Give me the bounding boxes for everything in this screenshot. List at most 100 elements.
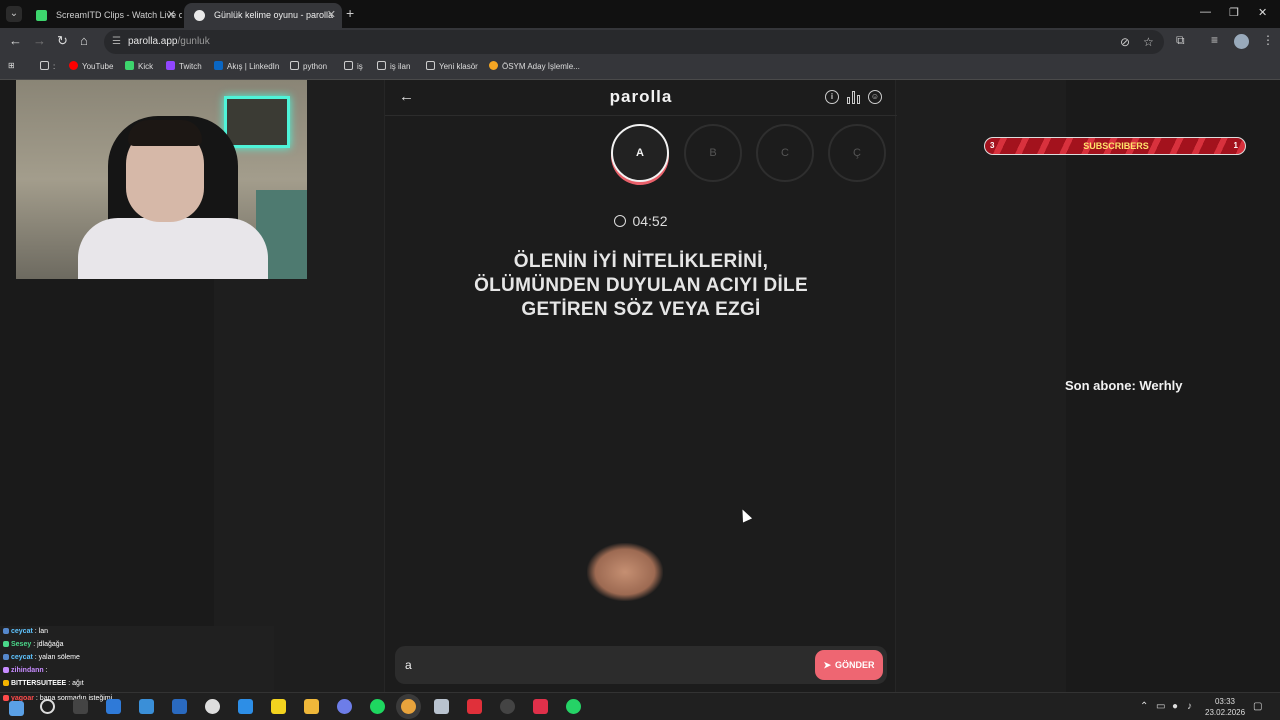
profile-icon[interactable]: ☺	[868, 90, 882, 104]
tab-title: ScreamITD Clips - Watch Live o	[56, 10, 182, 20]
browser-toolbar: ← → ↻ ⌂ ☰ parolla.app/gunluk ⊘ ☆ ⧉ ≡ ⋮	[0, 28, 1280, 56]
send-button[interactable]: ➤ GÖNDER	[815, 650, 883, 680]
restore-icon[interactable]: ❐	[1229, 6, 1239, 19]
outlook-icon[interactable]	[172, 699, 187, 714]
whatsapp-icon[interactable]	[566, 699, 581, 714]
chatgpt-icon[interactable]	[205, 699, 220, 714]
obs-icon[interactable]	[500, 699, 515, 714]
new-tab-button[interactable]: +	[346, 5, 354, 21]
stats-icon[interactable]	[847, 90, 861, 104]
file-explorer-icon[interactable]	[304, 699, 319, 714]
widgets-icon[interactable]	[106, 699, 121, 714]
folder-icon	[426, 61, 435, 70]
close-tab-icon[interactable]: ✕	[327, 3, 336, 28]
badge-icon	[3, 654, 9, 660]
letter-circle-a: A	[611, 124, 669, 182]
close-tab-icon[interactable]: ✕	[167, 3, 176, 28]
reload-icon[interactable]: ↻	[57, 33, 68, 49]
bookmark-python[interactable]: python	[290, 61, 327, 71]
eye-off-icon[interactable]: ⊘	[1120, 35, 1130, 49]
vscode-insiders-icon[interactable]	[139, 699, 154, 714]
streamer-hair	[128, 120, 202, 146]
chat-message: zihindann :	[3, 667, 48, 674]
url-text[interactable]: parolla.app/gunluk	[128, 36, 210, 47]
close-window-icon[interactable]: ✕	[1258, 6, 1267, 19]
address-bar[interactable]: ☰ parolla.app/gunluk ⊘ ☆	[104, 30, 1164, 54]
apps-grid-icon[interactable]: ⊞	[8, 61, 15, 70]
task-view-icon[interactable]	[73, 699, 88, 714]
chat-message: BITTERSUITEEE : ağıt	[3, 680, 84, 687]
webcam-overlay	[16, 80, 307, 279]
spotify-icon[interactable]	[370, 699, 385, 714]
back-icon[interactable]: ←	[9, 33, 22, 48]
vscode-icon[interactable]	[238, 699, 253, 714]
bookmark-twitch[interactable]: Twitch	[166, 61, 202, 71]
twitch-icon	[166, 61, 175, 70]
site-info-icon[interactable]: ☰	[112, 36, 121, 47]
bookmark-youtube[interactable]: YouTube	[69, 61, 113, 71]
chat-user: ceycat	[11, 628, 33, 635]
clock-time: 03:33	[1214, 697, 1236, 706]
discord-icon[interactable]	[337, 699, 352, 714]
question-line: ÖLENİN İYİ NİTELİKLERİNİ,	[513, 251, 769, 272]
chat-message: Sesey : jdlağağa	[3, 641, 64, 648]
network-icon[interactable]: ▭	[1156, 701, 1165, 712]
stream-chat: ceycat : lan Sesey : jdlağağa ceycat : y…	[0, 626, 274, 692]
folder-icon	[344, 61, 353, 70]
letter-circle-b: B	[684, 124, 742, 182]
countdown-timer: 04:52	[385, 213, 897, 229]
kick-icon	[125, 61, 134, 70]
info-icon[interactable]: i	[825, 90, 839, 104]
forward-icon[interactable]: →	[33, 33, 46, 48]
bookmark-is[interactable]: iş	[344, 61, 363, 71]
chat-text: : jdlağağa	[33, 641, 64, 648]
tab-strip: ⌄ ScreamITD Clips - Watch Live o ✕ Günlü…	[0, 0, 1280, 28]
bookmark-is-ilan[interactable]: iş ilan	[377, 61, 410, 71]
media-control-icon[interactable]: ≡	[1211, 33, 1218, 47]
answer-input[interactable]	[405, 656, 785, 674]
home-icon[interactable]: ⌂	[80, 33, 88, 48]
search-icon[interactable]	[40, 699, 55, 714]
tab-title: Günlük kelime oyunu - parolla	[214, 10, 334, 20]
pocket-icon[interactable]	[533, 699, 548, 714]
menu-icon[interactable]: ⋮	[1262, 33, 1274, 47]
chat-user: zihindann	[11, 667, 44, 674]
subs-label: SUBSCRIBERS	[1083, 141, 1149, 151]
obs-record-icon[interactable]	[467, 699, 482, 714]
game-header: ← parolla i ☺	[385, 80, 897, 116]
bookmark-star-icon[interactable]: ☆	[1143, 35, 1154, 49]
bookmark-osym[interactable]: ÖSYM Aday İşlemle...	[489, 61, 580, 71]
tab-parolla[interactable]: Günlük kelime oyunu - parolla ✕	[184, 3, 342, 28]
bookmark-linkedin[interactable]: Akış | LinkedIn	[214, 61, 279, 71]
profile-avatar[interactable]	[1234, 34, 1249, 49]
volume-icon[interactable]: ♪	[1187, 701, 1192, 712]
last-subscriber: Son abone: Werhly	[1065, 378, 1183, 393]
microphone-icon[interactable]: ●	[1172, 701, 1178, 712]
bookmark-yeni-klasor[interactable]: Yeni klasör	[426, 61, 478, 71]
app-icon[interactable]	[434, 699, 449, 714]
tray-chevron-icon[interactable]: ⌃	[1140, 701, 1148, 712]
bookmark-kick[interactable]: Kick	[125, 61, 153, 71]
system-clock[interactable]: 03:33 23.02.2026	[1205, 696, 1245, 718]
minimize-icon[interactable]: —	[1200, 6, 1211, 18]
clock-icon	[614, 215, 627, 227]
clock-date: 23.02.2026	[1205, 708, 1246, 717]
parolla-favicon-icon	[194, 10, 205, 21]
bookmark-folder[interactable]: :	[40, 61, 55, 71]
sticky-notes-icon[interactable]	[271, 699, 286, 714]
osym-icon	[489, 61, 498, 70]
tab-search-button[interactable]: ⌄	[6, 6, 22, 22]
badge-icon	[3, 667, 9, 673]
badge-icon	[3, 695, 9, 701]
chrome-icon[interactable]	[401, 699, 416, 714]
answer-bar: ➤GÖNDER	[395, 646, 887, 684]
subscriber-goal-bar: 3 SUBSCRIBERS 1	[984, 137, 1246, 155]
badge-icon	[3, 641, 9, 647]
chat-text: : yalan söleme	[34, 654, 80, 661]
start-icon[interactable]	[9, 701, 24, 716]
extensions-icon[interactable]: ⧉	[1176, 33, 1185, 48]
tab-screamitd[interactable]: ScreamITD Clips - Watch Live o ✕	[26, 3, 182, 28]
notifications-icon[interactable]: ▢	[1253, 701, 1262, 712]
bookmark-label: :	[53, 62, 56, 71]
chat-user: ceycat	[11, 654, 33, 661]
